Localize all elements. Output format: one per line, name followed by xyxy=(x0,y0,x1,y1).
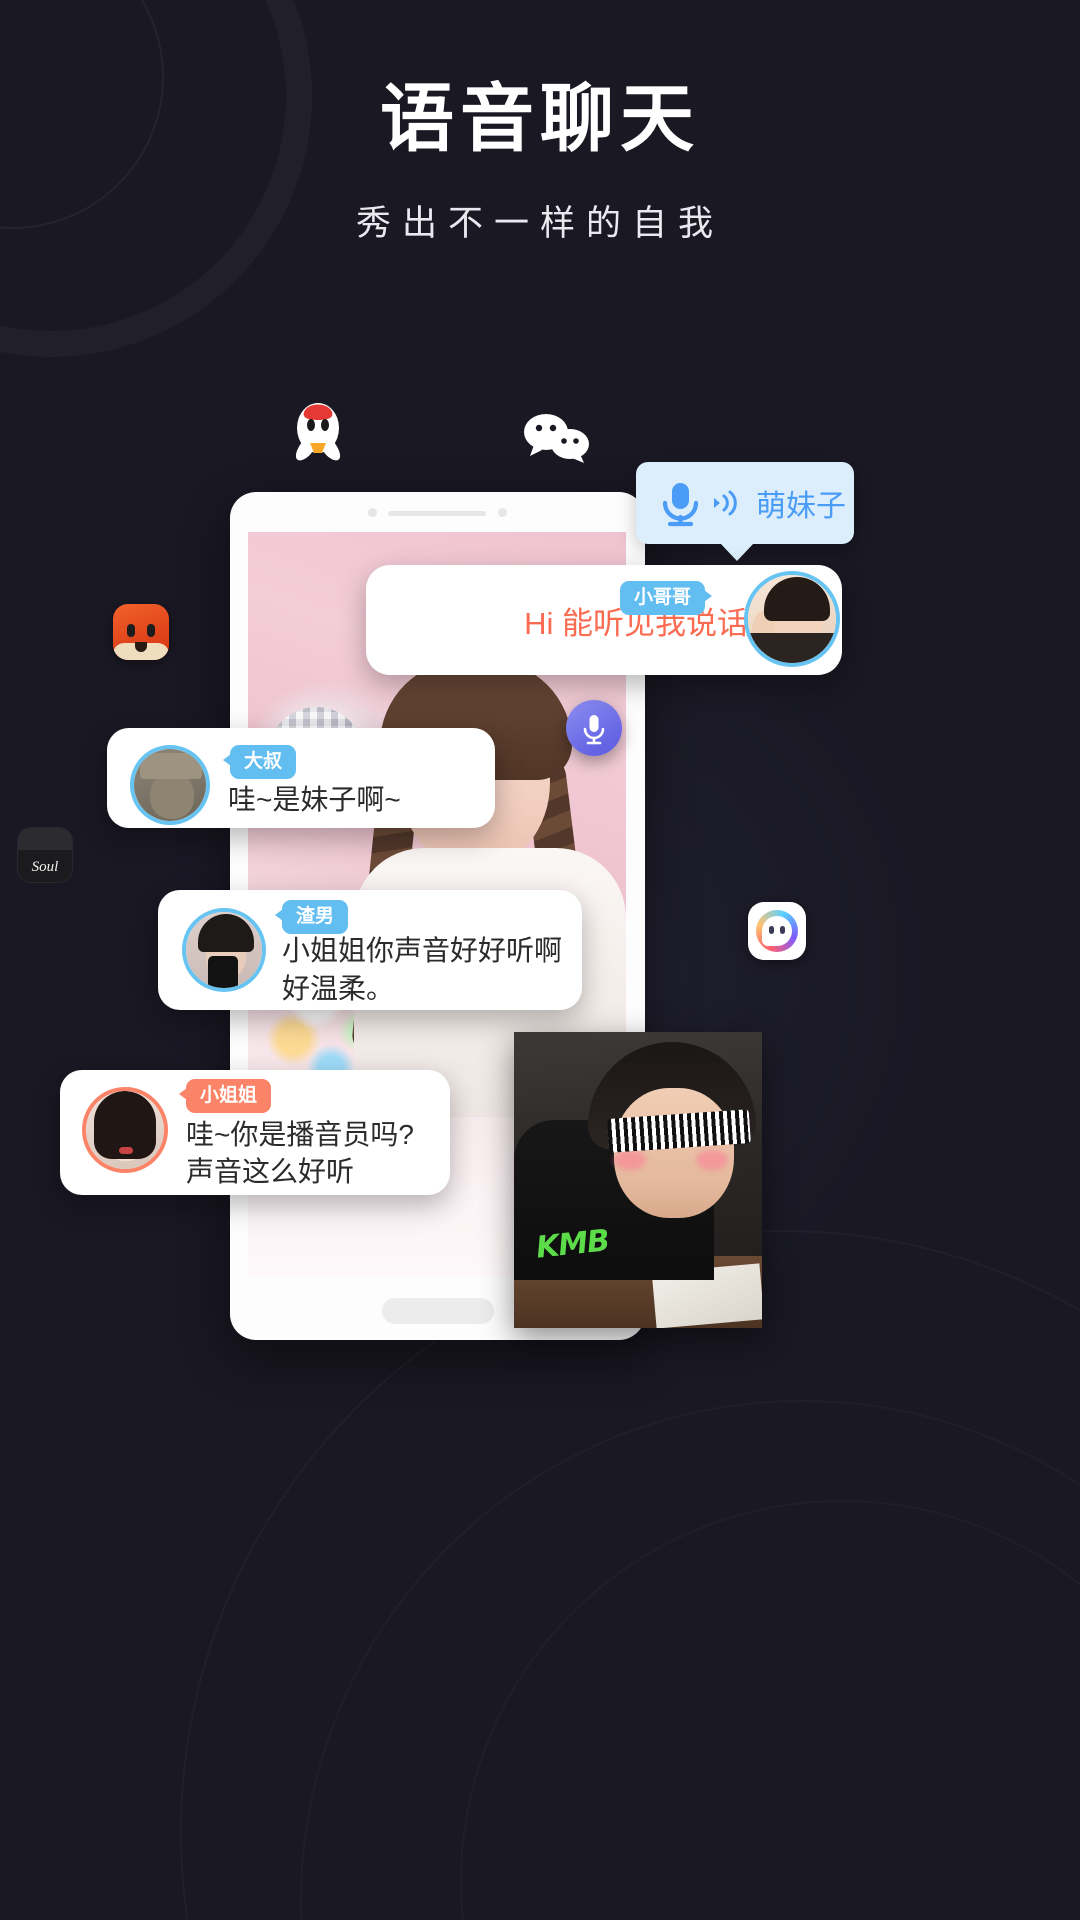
message-tag-dashu: 大叔 xyxy=(222,745,297,779)
avatar-lips xyxy=(119,1147,133,1154)
soul-icon-top xyxy=(18,828,72,850)
message-text-zhanan-line1: 小姐姐你声音好好听啊 xyxy=(282,935,563,966)
camera-dot-left xyxy=(368,508,377,517)
tablet-top-bezel xyxy=(230,492,645,532)
soul-icon-label: Soul xyxy=(31,859,59,875)
soul-icon: Soul xyxy=(18,828,72,882)
speaker-slot xyxy=(388,511,486,516)
voice-tag-bubble: 萌妹子 xyxy=(636,462,854,561)
voice-tag-label: 萌妹子 xyxy=(756,490,846,523)
photo-card-blush-left xyxy=(614,1150,646,1170)
tantan-eye-left xyxy=(769,926,774,934)
tantan-core xyxy=(762,916,792,946)
floating-mic-button[interactable] xyxy=(566,700,622,756)
avatar-clothing xyxy=(748,633,836,663)
message-tag-xiaojiejie: 小姐姐 xyxy=(178,1079,272,1113)
voice-bubble-tail xyxy=(720,543,754,561)
screen-root: 语音聊天 秀出不一样的自我 Soul KMB 萌妹子 Hi 能听见我说话吗？ 小… xyxy=(0,0,1080,1920)
momo-eye-right xyxy=(147,624,155,637)
tantan-icon xyxy=(748,902,806,960)
sound-wave-icon xyxy=(714,490,737,516)
home-indicator[interactable] xyxy=(382,1298,494,1324)
message-tag-zhanan: 渣男 xyxy=(274,900,349,934)
wechat-icon xyxy=(524,414,589,463)
camera-dot-right xyxy=(498,508,507,517)
avatar-zhanan[interactable] xyxy=(182,908,266,992)
tantan-eye-right xyxy=(780,926,785,934)
avatar-xiaogege[interactable] xyxy=(744,571,840,667)
user-photo-card: KMB xyxy=(514,1032,762,1328)
message-text-zhanan-line2: 好温柔。 xyxy=(282,973,395,1004)
page-title: 语音聊天 xyxy=(380,77,700,160)
avatar-xiaojiejie[interactable] xyxy=(82,1087,168,1173)
avatar-face xyxy=(150,773,194,819)
avatar-phone xyxy=(208,956,238,988)
photo-card-blush-right xyxy=(696,1150,728,1170)
page-subtitle: 秀出不一样的自我 xyxy=(355,203,724,243)
momo-icon xyxy=(113,604,169,660)
message-text-xiaojiejie-line1: 哇~你是播音员吗? xyxy=(186,1119,414,1150)
momo-eye-left xyxy=(127,624,135,637)
message-tag-xiaogege: 小哥哥 xyxy=(620,581,713,615)
header: 语音聊天 秀出不一样的自我 xyxy=(0,77,1080,246)
message-text-xiaojiejie-line2: 声音这么好听 xyxy=(186,1156,355,1187)
avatar-cap xyxy=(140,753,202,779)
message-text-dashu: 哇~是妹子啊~ xyxy=(228,784,401,815)
qq-icon xyxy=(295,403,341,461)
microphone-icon xyxy=(662,483,699,527)
microphone-icon xyxy=(583,715,605,745)
avatar-dashu[interactable] xyxy=(130,745,210,825)
